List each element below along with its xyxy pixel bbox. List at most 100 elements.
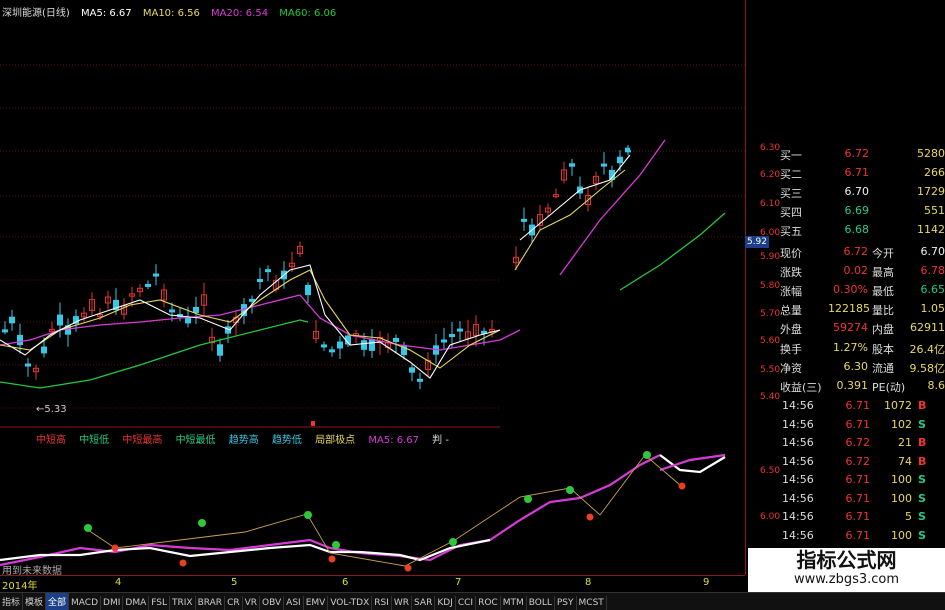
candle-body <box>393 337 399 343</box>
bid-volume: 1142 <box>917 223 945 236</box>
tick-row[interactable]: 14:56 6.71 100 S <box>780 527 945 546</box>
stats-value: 9.58亿 <box>909 362 945 375</box>
tick-time: 14:56 <box>782 436 814 449</box>
x-month-label: 4 <box>115 577 122 588</box>
indicator-tab[interactable]: 全部 <box>46 593 70 610</box>
tick-volume: 74 <box>898 454 912 468</box>
candle-body <box>257 279 263 283</box>
tick-row[interactable]: 14:56 6.72 21 B <box>780 434 945 453</box>
indicator-tab[interactable]: VOL-TDX <box>328 596 373 610</box>
tick-time: 14:56 <box>782 417 814 431</box>
price-chart-svg[interactable] <box>0 0 745 575</box>
candle-body <box>625 147 631 153</box>
indicator-tab[interactable]: OBV <box>260 596 285 610</box>
ma20-label: MA20: 6.54 <box>211 8 269 19</box>
indicator-legend: 中短高 中短低 中短最高 中短最低 趋势高 趋势低 局部极点 MA5: 6.67… <box>36 431 459 446</box>
indicator-tab[interactable]: VR <box>243 596 261 610</box>
local-low-marker <box>404 564 412 572</box>
bid-row: 买四 6.69 551 <box>780 202 945 221</box>
indicator-tab[interactable]: SAR <box>412 596 436 610</box>
indicator-tab[interactable]: TRIX <box>170 596 196 610</box>
tick-row[interactable]: 14:56 6.71 100 S <box>780 471 945 490</box>
ma60-label: MA60: 6.06 <box>279 8 337 19</box>
ma5-label: MA5: 6.67 <box>81 8 132 19</box>
tick-row[interactable]: 14:56 6.72 74 B <box>780 453 945 472</box>
indicator-tab[interactable]: CCI <box>456 596 477 610</box>
indicator-tab[interactable]: EMV <box>304 596 329 610</box>
bid-volume: 266 <box>924 166 945 179</box>
indicator-tab[interactable]: WR <box>392 596 413 610</box>
tick-volume: 100 <box>891 491 912 505</box>
kline-chart-area[interactable] <box>0 0 745 575</box>
indicator-tab[interactable]: CR <box>225 596 243 610</box>
tick-row[interactable]: 14:56 6.71 100 S <box>780 490 945 509</box>
indicator-tab[interactable]: 指标 <box>0 593 24 610</box>
tick-time: 14:56 <box>782 528 814 542</box>
indicator-tab[interactable]: BOLL <box>527 596 555 610</box>
candle-body <box>417 378 423 382</box>
quote-row: 涨跌 0.02 最高 6.78 <box>780 262 945 281</box>
quote-label: 总量 <box>780 304 802 317</box>
indicator-ma5-line <box>659 454 726 474</box>
indicator-tab[interactable]: ASI <box>284 596 304 610</box>
stats-value: 8.6 <box>927 379 945 392</box>
stats-label: PE(动) <box>872 381 906 394</box>
tick-row[interactable]: 14:56 6.71 5 S <box>780 508 945 527</box>
chart-mask <box>500 270 745 430</box>
indicator-tab[interactable]: ROC <box>476 596 501 610</box>
legend-item: 局部极点 <box>315 435 356 446</box>
tick-price: 6.72 <box>845 454 871 468</box>
bid-row: 买三 6.70 1729 <box>780 183 945 202</box>
quote-row: 现价 6.72 今开 6.70 <box>780 243 945 262</box>
tick-side: B <box>918 454 927 468</box>
indicator-tab[interactable]: MACD <box>69 596 102 610</box>
price-scale-label: 5.40 <box>760 392 781 402</box>
indicator-tab[interactable]: BRAR <box>196 596 226 610</box>
local-low-marker <box>328 555 336 563</box>
indicator-tab[interactable]: FSL <box>149 596 170 610</box>
legend-item: 趋势低 <box>271 435 302 446</box>
tick-price: 6.72 <box>845 436 871 449</box>
indicator-tab[interactable]: PSY <box>555 596 577 610</box>
indicator-tab[interactable]: RSI <box>372 596 392 610</box>
tick-row[interactable]: 14:56 6.71 102 S <box>780 416 945 435</box>
quote-value: 6.78 <box>920 264 945 277</box>
local-high-marker <box>566 486 574 494</box>
quote-value: 0.30% <box>833 283 868 296</box>
tick-volume: 5 <box>905 510 912 523</box>
stats-label: 收益(三) <box>780 381 822 394</box>
candle-body <box>41 346 47 354</box>
indicator-tab[interactable]: MTM <box>501 596 527 610</box>
tick-volume: 21 <box>898 436 912 449</box>
indicator-tab-bar[interactable]: 指标 模板 全部 MACD DMI DMA FSL TRIX BRAR CR VR OBV ASI EMV… <box>0 592 945 610</box>
bid-label: 买四 <box>780 206 802 219</box>
tick-price: 6.71 <box>845 417 871 431</box>
local-low-marker <box>179 559 187 567</box>
watermark-title: 指标公式网 <box>796 548 897 572</box>
ma60-line <box>0 319 309 389</box>
indicator-tab[interactable]: 模板 <box>23 593 47 610</box>
quote-value: 122185 <box>828 302 870 315</box>
stats-row: 换手 1.27% 股本 26.4亿 <box>780 339 945 358</box>
bid-price: 6.69 <box>844 204 870 217</box>
candle-body <box>601 163 607 167</box>
quote-value: 6.65 <box>920 283 945 296</box>
stats-label: 换手 <box>780 343 802 356</box>
tick-row[interactable]: 14:56 6.71 1072 B <box>780 397 945 416</box>
price-scale-label: 5.70 <box>760 309 781 319</box>
quote-row: 总量 122185 量比 1.05 <box>780 300 945 319</box>
candle-body <box>569 163 575 167</box>
indicator-tab[interactable]: DMA <box>123 596 150 610</box>
bid-label: 买五 <box>780 225 802 238</box>
price-scale-label: 6.30 <box>760 143 781 153</box>
quote-label: 最高 <box>872 266 894 279</box>
bid-volume: 5280 <box>917 147 945 160</box>
quote-value: 6.70 <box>920 245 945 258</box>
indicator-tab[interactable]: DMI <box>101 596 124 610</box>
indicator-tab[interactable]: MCST <box>577 596 607 610</box>
quote-label: 涨幅 <box>780 285 802 298</box>
watermark-url: www.zbgs3.com <box>793 572 900 587</box>
quote-label: 外盘 <box>780 323 802 336</box>
indicator-tab[interactable]: KDJ <box>435 596 456 610</box>
stats-label: 净资 <box>780 362 802 375</box>
